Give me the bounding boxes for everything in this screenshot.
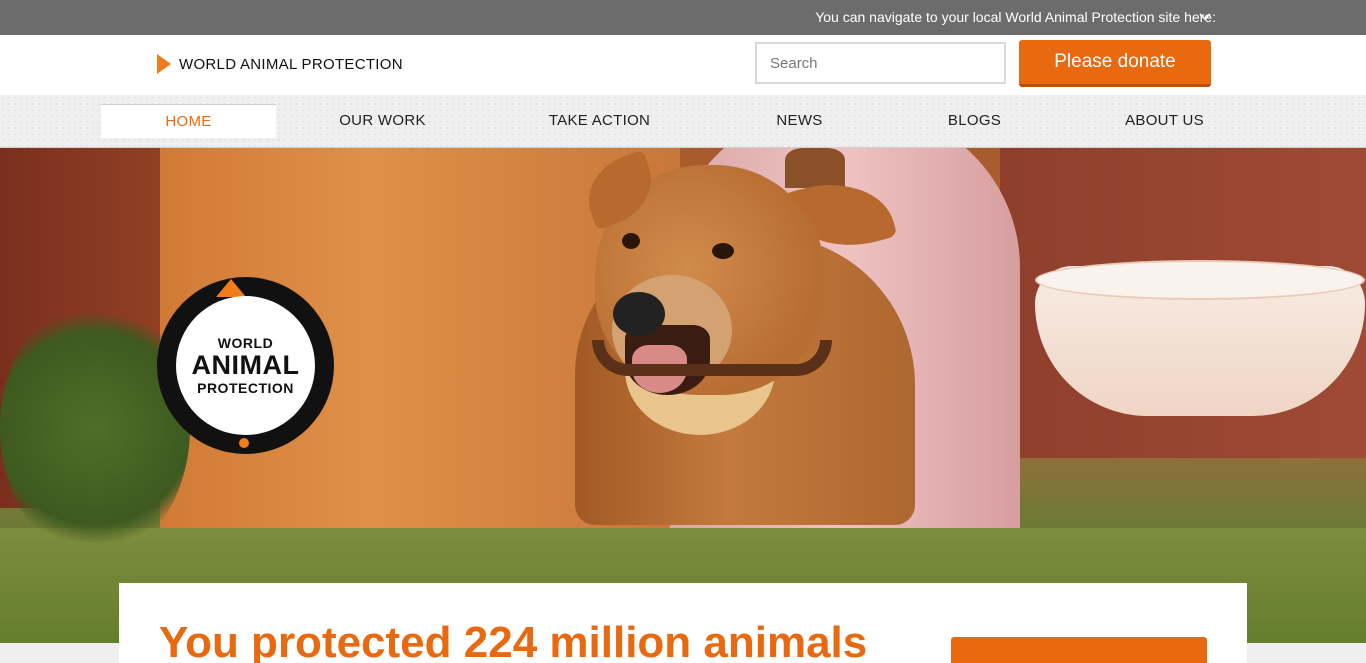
logo-triangle-icon bbox=[157, 54, 171, 74]
badge-line-2: ANIMAL bbox=[191, 349, 300, 380]
donate-button[interactable]: Please donate bbox=[1019, 40, 1211, 87]
nav-item-take-action[interactable]: TAKE ACTION bbox=[512, 104, 687, 138]
dog-eye-right bbox=[712, 243, 734, 259]
search-input[interactable] bbox=[755, 42, 1006, 84]
nav-item-news[interactable]: NEWS bbox=[712, 104, 887, 138]
world-animal-protection-badge: WORLD ANIMAL PROTECTION bbox=[157, 277, 334, 454]
badge-dot-icon bbox=[239, 438, 249, 448]
site-header: WORLD ANIMAL PROTECTION Please donate bbox=[0, 35, 1366, 95]
badge-inner: WORLD ANIMAL PROTECTION bbox=[176, 296, 315, 435]
dog-eye-left bbox=[622, 233, 640, 249]
nav-item-blogs[interactable]: BLOGS bbox=[887, 104, 1062, 138]
hero-cta-button[interactable] bbox=[951, 637, 1207, 663]
badge-line-1: WORLD bbox=[217, 334, 274, 351]
locale-text: You can navigate to your local World Ani… bbox=[815, 9, 1216, 25]
chevron-down-icon[interactable] bbox=[1197, 9, 1213, 25]
dog-nose bbox=[613, 292, 665, 336]
nav-item-home[interactable]: HOME bbox=[101, 104, 276, 138]
main-nav: HOME OUR WORK TAKE ACTION NEWS BLOGS ABO… bbox=[0, 95, 1366, 148]
nav-item-about-us[interactable]: ABOUT US bbox=[1077, 104, 1252, 138]
badge-triangle-icon bbox=[216, 279, 246, 297]
hero-card: You protected 224 million animals bbox=[119, 583, 1247, 663]
dog-collar bbox=[592, 340, 832, 376]
badge-line-3: PROTECTION bbox=[197, 380, 294, 397]
site-logo[interactable]: WORLD ANIMAL PROTECTION bbox=[157, 52, 403, 76]
locale-bar: You can navigate to your local World Ani… bbox=[0, 0, 1366, 35]
dog-tail bbox=[785, 148, 845, 188]
logo-text: WORLD ANIMAL PROTECTION bbox=[179, 55, 403, 73]
nav-item-our-work[interactable]: OUR WORK bbox=[295, 104, 470, 138]
hero-bg-bowl-rim bbox=[1035, 260, 1365, 300]
hero-headline: You protected 224 million animals bbox=[159, 618, 868, 663]
